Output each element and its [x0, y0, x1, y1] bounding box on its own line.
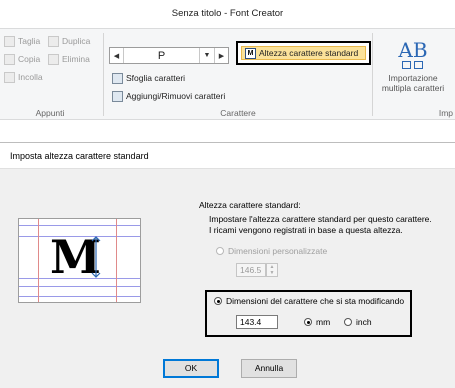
dialog-title: Imposta altezza carattere standard	[0, 143, 455, 169]
unit-mm-label: mm	[316, 317, 331, 327]
current-size-value: 143.4	[236, 315, 278, 329]
import-label-line1: Importazione	[388, 73, 438, 83]
ok-button[interactable]: OK	[163, 359, 219, 378]
copia-label: Copia	[18, 54, 41, 64]
custom-size-input[interactable]: 146.5	[236, 263, 266, 277]
next-char-button[interactable]: ▶	[214, 48, 228, 63]
preview-character: M	[50, 230, 101, 284]
font-creator-window: Senza titolo - Font Creator Taglia Dupli…	[0, 0, 455, 122]
guide-line	[38, 219, 39, 302]
unit-inch-radio[interactable]	[344, 318, 352, 326]
browse-chars-icon	[112, 72, 123, 84]
custom-size-label: Dimensioni personalizzate	[228, 246, 328, 256]
add-remove-icon	[112, 90, 123, 102]
custom-size-stepper[interactable]: ▲ ▼	[266, 263, 278, 277]
duplica-label: Duplica	[62, 36, 91, 46]
taglia-label: Taglia	[18, 36, 41, 46]
altezza-standard-label: Altezza carattere standard	[259, 48, 359, 58]
aggiungi-rimuovi-button[interactable]: Aggiungi/Rimuovi caratteri	[112, 88, 225, 104]
import-ab-icon: AB	[398, 38, 428, 62]
standard-height-dialog: Imposta altezza carattere standard Altez…	[0, 142, 455, 388]
scissors-icon	[4, 35, 15, 47]
sfoglia-label: Sfoglia caratteri	[126, 73, 186, 83]
copy-icon	[4, 53, 15, 65]
description-line2: I ricami vengono registrati in base a qu…	[209, 225, 403, 235]
altezza-standard-button[interactable]: M Altezza carattere standard	[241, 46, 366, 60]
copia-button[interactable]: Copia	[4, 51, 40, 67]
character-navigator: ◀ P ▼ ▶	[109, 47, 229, 64]
importazione-multipla-button[interactable]: AB Importazione multipla caratteri	[375, 33, 451, 103]
guide-line	[116, 219, 117, 302]
group-label-appunti: Appunti	[35, 108, 65, 118]
elimina-button[interactable]: Elimina	[48, 51, 90, 67]
character-preview: M	[18, 218, 141, 303]
window-title: Senza titolo - Font Creator	[0, 0, 455, 28]
cancel-button[interactable]: Annulla	[241, 359, 297, 378]
current-size-radio[interactable]	[214, 297, 222, 305]
altezza-standard-highlight: M Altezza carattere standard	[236, 41, 371, 65]
elimina-label: Elimina	[62, 54, 90, 64]
ribbon: Taglia Duplica Copia Elimina Incolla App…	[0, 28, 455, 120]
current-char[interactable]: P	[124, 48, 200, 63]
standard-height-icon: M	[245, 47, 256, 59]
description-line1: Impostare l'altezza carattere standard p…	[209, 214, 432, 224]
taglia-button[interactable]: Taglia	[4, 33, 40, 49]
group-label-importa: Imp	[438, 108, 453, 118]
current-size-label: Dimensioni del carattere che si sta modi…	[226, 296, 405, 306]
aggiungi-label: Aggiungi/Rimuovi caratteri	[126, 91, 226, 101]
paste-icon	[4, 71, 15, 83]
char-dropdown-icon[interactable]: ▼	[200, 48, 214, 63]
incolla-button[interactable]: Incolla	[4, 69, 43, 85]
unit-inch-label: inch	[356, 317, 372, 327]
duplicate-icon	[48, 35, 59, 47]
prev-char-button[interactable]: ◀	[110, 48, 124, 63]
unit-mm-radio[interactable]	[304, 318, 312, 326]
height-arrow-icon	[91, 236, 101, 278]
import-label-line2: multipla caratteri	[381, 83, 445, 93]
trash-icon	[48, 53, 59, 65]
custom-size-radio[interactable]	[216, 247, 224, 255]
group-label-carattere: Carattere	[220, 108, 256, 118]
incolla-label: Incolla	[18, 72, 43, 82]
duplica-button[interactable]: Duplica	[48, 33, 90, 49]
import-files-icon	[402, 61, 424, 69]
group-appunti: Taglia Duplica Copia Elimina Incolla App…	[0, 29, 100, 120]
sfoglia-caratteri-button[interactable]: Sfoglia caratteri	[112, 70, 185, 86]
section-label: Altezza carattere standard:	[199, 200, 301, 210]
